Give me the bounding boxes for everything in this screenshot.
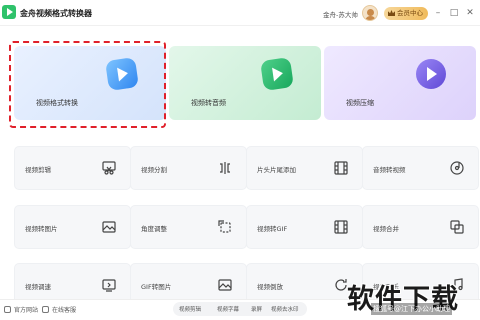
tool-label: 视频合并 bbox=[373, 225, 399, 233]
tool-card-video-split[interactable]: 视频分割 bbox=[130, 146, 247, 190]
watermark-caption: 搜狐号@江下办公小助理 bbox=[371, 303, 452, 315]
support-link[interactable]: 在线客服 bbox=[42, 305, 76, 314]
feature-card-video-to-audio[interactable]: 视频转音频 bbox=[169, 46, 321, 120]
globe-icon bbox=[4, 306, 11, 313]
tool-label: 片头片尾添加 bbox=[257, 166, 296, 174]
quick-tab-subtitle[interactable]: 视频字幕 bbox=[217, 305, 239, 313]
tool-label: 视频转图片 bbox=[25, 225, 58, 233]
rotate-icon bbox=[218, 220, 232, 234]
app-logo-icon bbox=[2, 5, 16, 19]
tool-card-audio-to-video[interactable]: 音频转视频 bbox=[362, 146, 479, 190]
tool-label: 视频分割 bbox=[141, 166, 167, 174]
video-compress-icon bbox=[416, 59, 446, 89]
speed-icon bbox=[102, 278, 116, 292]
tool-card-video-edit[interactable]: 视频剪辑 bbox=[14, 146, 131, 190]
highlight-dashed-box bbox=[9, 41, 166, 128]
tool-card-video-to-image[interactable]: 视频转图片 bbox=[14, 205, 131, 249]
tool-card-video-to-gif[interactable]: 视频转GIF bbox=[246, 205, 363, 249]
scissors-icon bbox=[102, 161, 116, 175]
video-to-audio-icon bbox=[260, 57, 294, 91]
minimize-icon[interactable]: – bbox=[432, 7, 444, 19]
tool-card-intro-outro-add[interactable]: 片头片尾添加 bbox=[246, 146, 363, 190]
username[interactable]: 金舟-苏大帅 bbox=[323, 9, 358, 19]
app-title: 金舟视频格式转换器 bbox=[20, 9, 92, 18]
vip-center-button[interactable]: 会员中心 bbox=[384, 7, 428, 20]
film-icon bbox=[334, 161, 348, 175]
music-disc-icon bbox=[450, 161, 464, 175]
quick-tab-watermark-remove[interactable]: 视频去水印 bbox=[271, 305, 299, 313]
quick-tab-screen-record[interactable]: 录屏 bbox=[251, 305, 262, 313]
vip-center-label: 会员中心 bbox=[397, 9, 423, 17]
tool-label: 视频倒放 bbox=[257, 283, 283, 291]
gif-image-icon bbox=[218, 278, 232, 292]
headset-icon bbox=[42, 306, 49, 313]
avatar[interactable] bbox=[362, 5, 378, 21]
tool-label: 视频调速 bbox=[25, 283, 51, 291]
tool-card-video-merge[interactable]: 视频合并 bbox=[362, 205, 479, 249]
close-icon[interactable]: ✕ bbox=[464, 7, 476, 19]
feature-label: 视频转音频 bbox=[191, 99, 226, 107]
title-bar: 金舟视频格式转换器 金舟-苏大帅 会员中心 – □ ✕ bbox=[0, 0, 480, 26]
tool-label: 视频转GIF bbox=[257, 225, 288, 233]
feature-card-video-compress[interactable]: 视频压缩 bbox=[324, 46, 476, 120]
quick-tab-video-edit[interactable]: 视频剪辑 bbox=[179, 305, 201, 313]
website-label: 官方网站 bbox=[14, 307, 39, 314]
tool-label: 音频转视频 bbox=[373, 166, 406, 174]
image-icon bbox=[102, 220, 116, 234]
website-link[interactable]: 官方网站 bbox=[4, 305, 38, 314]
feature-label: 视频压缩 bbox=[346, 99, 374, 107]
support-label: 在线客服 bbox=[52, 307, 77, 314]
merge-icon bbox=[450, 220, 464, 234]
tool-label: GIF转图片 bbox=[141, 283, 172, 291]
tool-label: 视频剪辑 bbox=[25, 166, 51, 174]
crown-icon bbox=[388, 10, 395, 16]
tool-card-angle-adjust[interactable]: 角度调整 bbox=[130, 205, 247, 249]
tool-label: 角度调整 bbox=[141, 225, 167, 233]
quick-tools-group: 视频剪辑 视频字幕 录屏 视频去水印 bbox=[173, 302, 307, 316]
maximize-icon[interactable]: □ bbox=[448, 7, 460, 19]
split-icon bbox=[218, 161, 232, 175]
gif-icon bbox=[334, 220, 348, 234]
reverse-icon bbox=[334, 278, 348, 292]
